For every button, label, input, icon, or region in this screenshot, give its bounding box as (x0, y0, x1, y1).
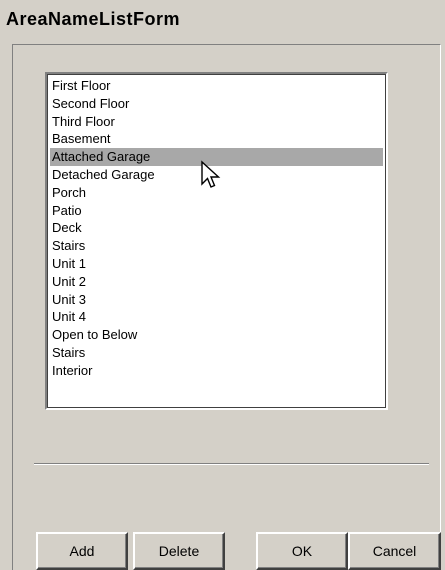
list-item-stairs-2[interactable]: Stairs (50, 344, 383, 362)
list-item-interior[interactable]: Interior (50, 362, 383, 380)
cancel-button[interactable]: Cancel (348, 532, 441, 570)
list-item-unit-4[interactable]: Unit 4 (50, 308, 383, 326)
window-title: AreaNameListForm (6, 9, 181, 29)
list-item-unit-1[interactable]: Unit 1 (50, 255, 383, 273)
list-item-patio[interactable]: Patio (50, 202, 383, 220)
delete-button[interactable]: Delete (133, 532, 225, 570)
list-item-third-floor[interactable]: Third Floor (50, 113, 383, 131)
list-item-unit-3[interactable]: Unit 3 (50, 291, 383, 309)
list-item-second-floor[interactable]: Second Floor (50, 95, 383, 113)
ok-button[interactable]: OK (256, 532, 348, 570)
area-name-listbox[interactable]: First Floor Second Floor Third Floor Bas… (45, 72, 388, 410)
list-item-first-floor[interactable]: First Floor (50, 77, 383, 95)
list-item-stairs[interactable]: Stairs (50, 237, 383, 255)
list-item-deck[interactable]: Deck (50, 219, 383, 237)
separator-line (34, 463, 429, 465)
list-item-unit-2[interactable]: Unit 2 (50, 273, 383, 291)
list-item-open-to-below[interactable]: Open to Below (50, 326, 383, 344)
list-item-basement[interactable]: Basement (50, 130, 383, 148)
area-name-list: First Floor Second Floor Third Floor Bas… (50, 77, 383, 380)
mouse-pointer-icon (201, 160, 221, 188)
title-bar[interactable]: AreaNameListForm (0, 0, 445, 40)
add-button[interactable]: Add (36, 532, 128, 570)
